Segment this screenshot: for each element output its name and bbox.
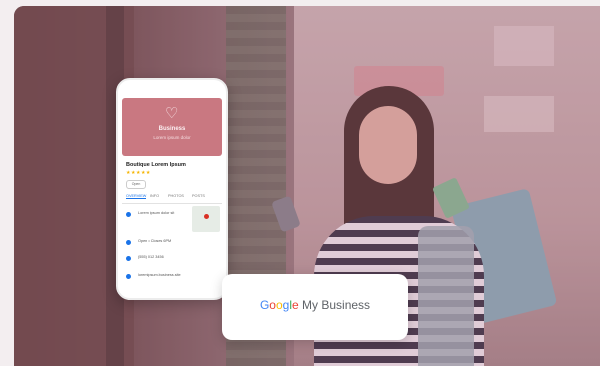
google-my-business-logo: Google My Business	[222, 298, 408, 312]
tab-overview[interactable]: OVERVIEW	[126, 194, 147, 199]
hero-image: ♡ Business Lorem ipsum dolor Boutique Lo…	[14, 6, 600, 366]
location-icon	[126, 212, 131, 217]
header-business-subtitle: Lorem ipsum dolor	[153, 135, 191, 140]
hours-text: Open • Closes 6PM	[138, 239, 172, 243]
logo-letter-o1: o	[269, 298, 276, 312]
globe-icon	[126, 274, 131, 279]
clock-icon	[126, 240, 131, 245]
header-business-name: Business	[158, 126, 186, 132]
status-chip: Open	[126, 180, 146, 189]
phone-mockup: ♡ Business Lorem ipsum dolor Boutique Lo…	[116, 78, 228, 300]
logo-letter-e: e	[292, 298, 299, 312]
business-header: ♡ Business Lorem ipsum dolor	[122, 98, 222, 156]
rating-stars: ★★★★★	[126, 170, 151, 176]
tab-photos[interactable]: PHOTOS	[168, 194, 184, 198]
logo-letter-g: G	[259, 298, 270, 312]
phone-icon	[126, 256, 131, 261]
address-text: Lorem ipsum dolor sit	[138, 211, 175, 215]
phone-tabs: OVERVIEW INFO PHOTOS POSTS	[122, 193, 222, 204]
phone-text: (555) 012 3456	[138, 255, 164, 259]
hours-row[interactable]: Open • Closes 6PM	[126, 238, 220, 248]
address-row[interactable]: Lorem ipsum dolor sit	[126, 210, 188, 220]
heart-logo-icon: ♡	[165, 105, 179, 122]
tab-posts[interactable]: POSTS	[192, 194, 205, 198]
tab-info[interactable]: INFO	[150, 194, 159, 198]
phone-row[interactable]: (555) 012 3456	[126, 254, 220, 264]
map-thumbnail[interactable]	[192, 206, 220, 232]
google-my-business-badge: Google My Business	[222, 274, 408, 340]
map-pin-icon	[204, 214, 209, 219]
logo-suffix: My Business	[298, 298, 371, 312]
website-text: loremipsum.business.site	[138, 273, 181, 277]
website-row[interactable]: loremipsum.business.site	[126, 272, 220, 282]
business-title: Boutique Lorem Ipsum	[126, 162, 186, 168]
logo-letter-o2: o	[275, 298, 283, 312]
